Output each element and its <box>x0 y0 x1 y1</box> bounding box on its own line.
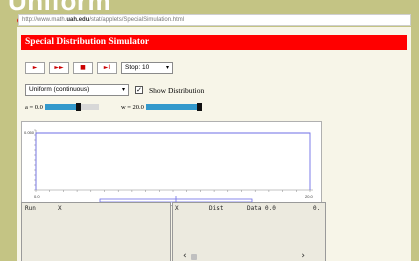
x-ticks <box>35 190 311 192</box>
a-slider[interactable] <box>44 103 99 111</box>
run-column-header: Run <box>25 205 36 212</box>
stop-select[interactable]: Stop: 10 ▾ <box>121 62 173 74</box>
url-domain: uah.edu <box>66 17 90 23</box>
data-column-header: Data 0.0 <box>247 205 276 212</box>
show-distribution-label: Show Distribution <box>149 85 205 95</box>
w-param-label: w = 20.0 <box>120 103 144 111</box>
distribution-select[interactable]: Uniform (continuous) ▾ <box>25 84 129 96</box>
stop-button[interactable]: ■ <box>73 62 93 74</box>
browser-content: Special Distribution Simulator ► ►► ■ ►I… <box>17 27 411 261</box>
chevron-down-icon: ▾ <box>165 64 169 71</box>
stats-table: X Dist Data 0.0 0. ‹ › <box>172 202 326 261</box>
address-bar[interactable]: http://www.math.uah.edu/stat/applets/Spe… <box>18 14 411 26</box>
scroll-thumb[interactable] <box>191 254 197 260</box>
reset-button[interactable]: ►I <box>97 62 117 74</box>
distribution-row: Uniform (continuous) ▾ ✓ Show Distributi… <box>25 83 204 97</box>
x-column-header: X <box>175 205 179 212</box>
url-path: /stat/applets/SpecialSimulation.html <box>89 17 185 23</box>
graph-svg: 0.050 0.0 20.0 <box>24 129 314 205</box>
a-slider-track <box>80 104 99 110</box>
chevron-down-icon: ▾ <box>121 86 125 93</box>
a-slider-thumb[interactable] <box>75 103 81 111</box>
horizontal-scrollbar[interactable]: ‹ › <box>173 251 325 261</box>
dist-column-header: Dist <box>209 205 224 212</box>
y-tick-label: 0.050 <box>24 130 35 135</box>
run-table: Run X <box>21 202 171 261</box>
scroll-left-icon[interactable]: ‹ <box>183 251 187 261</box>
url-prefix: http://www.math. <box>22 17 67 23</box>
x-max-label: 20.0 <box>305 194 314 199</box>
w-slider[interactable] <box>145 103 202 111</box>
x-min-label: 0.0 <box>34 194 40 199</box>
run-button[interactable]: ►► <box>49 62 69 74</box>
x-column-header: X <box>58 205 62 212</box>
stop-select-value: Stop: 10 <box>125 64 150 71</box>
simulation-toolbar: ► ►► ■ ►I Stop: 10 ▾ <box>25 61 173 75</box>
parameter-row: a = 0.0 w = 20.0 <box>25 102 202 112</box>
distribution-graph: 0.050 0.0 20.0 <box>21 121 322 206</box>
show-distribution-checkbox[interactable]: ✓ <box>135 86 143 94</box>
scroll-right-icon[interactable]: › <box>301 251 305 261</box>
extra-column-header: 0. <box>313 205 321 212</box>
distribution-select-value: Uniform (continuous) <box>29 86 90 93</box>
a-param-label: a = 0.0 <box>25 103 43 111</box>
density-curve <box>35 132 311 190</box>
app-header: Special Distribution Simulator <box>21 35 407 50</box>
w-slider-thumb[interactable] <box>196 103 202 111</box>
step-button[interactable]: ► <box>25 62 45 74</box>
